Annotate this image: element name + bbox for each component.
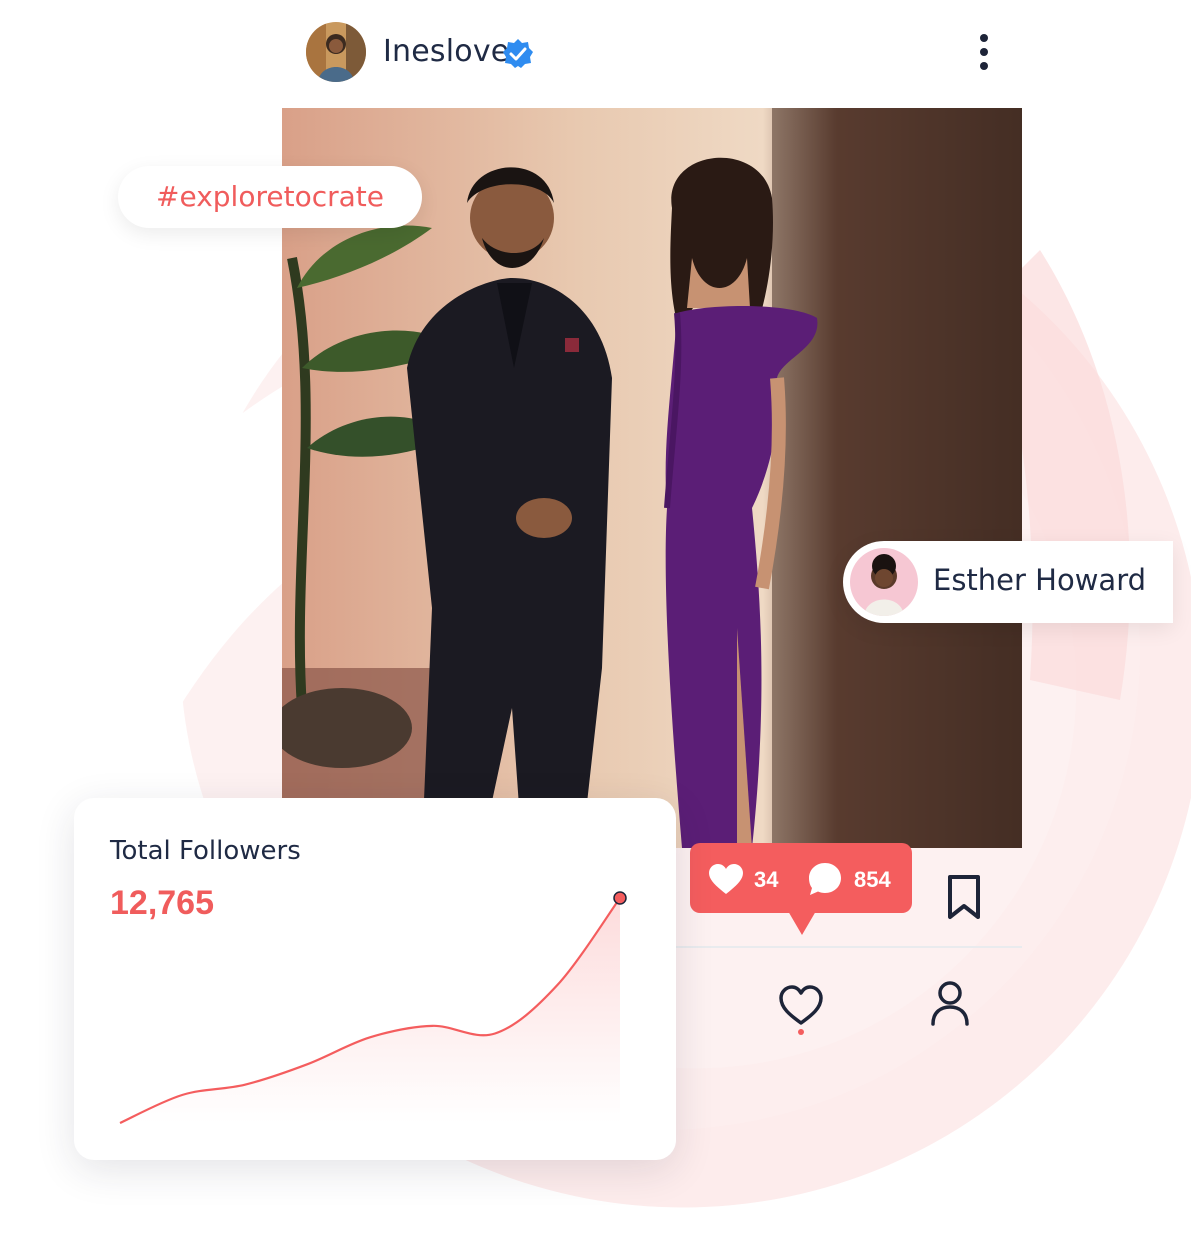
comment-count: 854 xyxy=(854,867,891,892)
chart-endpoint xyxy=(613,891,627,905)
like-count: 34 xyxy=(754,867,779,892)
tagged-person-avatar xyxy=(850,548,918,616)
hashtag-pill[interactable]: #exploretocrate xyxy=(118,166,422,228)
username[interactable]: Ineslove xyxy=(383,34,509,69)
divider xyxy=(676,946,1022,948)
heart-outline-icon[interactable] xyxy=(778,984,824,1026)
more-vertical-icon[interactable] xyxy=(972,34,996,74)
comment-filled-icon[interactable] xyxy=(807,861,843,897)
chart-area xyxy=(120,898,620,1123)
heart-filled-icon[interactable] xyxy=(708,863,744,895)
post-header: Ineslove xyxy=(306,22,996,84)
followers-chart xyxy=(119,891,627,1125)
user-avatar[interactable] xyxy=(306,22,366,82)
active-indicator-dot xyxy=(798,1029,804,1035)
user-profile-icon[interactable] xyxy=(930,980,970,1026)
tagged-person[interactable]: Esther Howard xyxy=(843,541,1173,623)
tagged-person-name: Esther Howard xyxy=(933,563,1147,597)
verified-badge-icon xyxy=(503,39,533,68)
bookmark-icon[interactable] xyxy=(946,874,982,920)
followers-card: Total Followers 12,765 xyxy=(74,798,676,1160)
engagement-badge: 34 854 xyxy=(690,843,912,913)
engagement-badge-tail xyxy=(788,911,816,935)
